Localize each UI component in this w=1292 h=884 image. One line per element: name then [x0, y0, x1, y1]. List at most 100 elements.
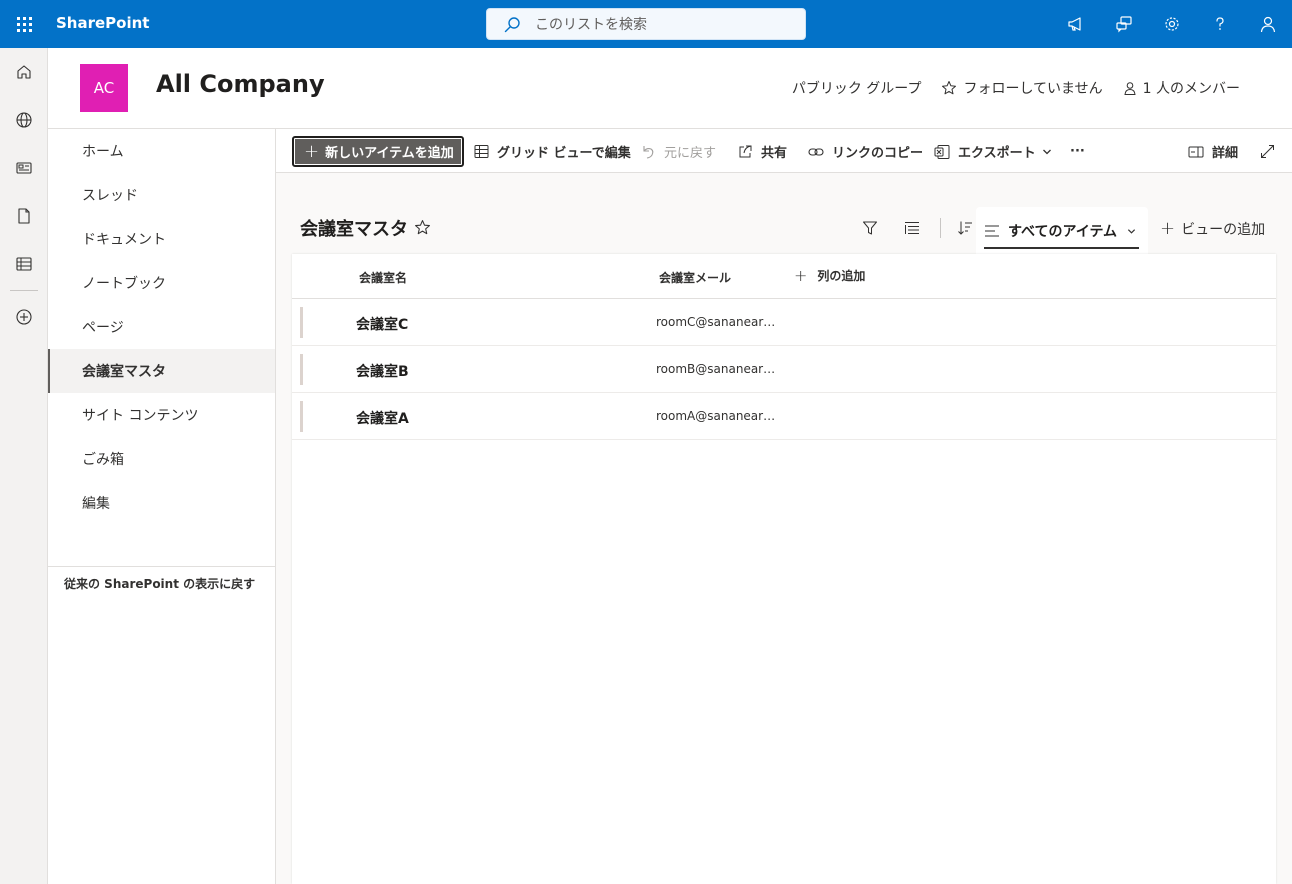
- help-icon: [1216, 17, 1224, 30]
- add-column-label: 列の追加: [817, 269, 866, 283]
- members-button[interactable]: 1 人のメンバー: [1123, 78, 1240, 98]
- group-type-label: パブリック グループ: [792, 78, 922, 98]
- plus-icon: +: [1160, 218, 1176, 239]
- room-name-cell[interactable]: 会議室B: [356, 361, 409, 381]
- nav-item-recycle-bin[interactable]: ごみ箱: [48, 437, 275, 481]
- room-email-cell: roomC@sananear…: [656, 315, 776, 329]
- appbar-news-button[interactable]: [0, 144, 48, 192]
- more-commands-button[interactable]: ···: [1070, 136, 1085, 167]
- nav-item-threads[interactable]: スレッド: [48, 173, 275, 217]
- view-selector[interactable]: すべてのアイテム: [976, 207, 1148, 254]
- nav-item-room-master[interactable]: 会議室マスタ: [48, 349, 275, 393]
- search-box[interactable]: [486, 8, 806, 40]
- help-button[interactable]: [1196, 0, 1244, 48]
- grid-icon: [474, 145, 489, 158]
- chevron-down-icon: [1042, 149, 1051, 154]
- nav-item-label: ノートブック: [82, 276, 166, 292]
- share-label: 共有: [761, 146, 788, 161]
- new-item-label: 新しいアイテムを追加: [325, 146, 454, 161]
- favorite-star-icon[interactable]: [414, 219, 431, 236]
- left-navigation: ホーム スレッド ドキュメント ノートブック ページ 会議室マスタ サイト コン…: [48, 129, 276, 884]
- megaphone-button[interactable]: [1052, 0, 1100, 48]
- classic-view-link[interactable]: 従来の SharePoint の表示に戻す: [64, 575, 255, 592]
- expand-icon: [1261, 145, 1274, 158]
- room-email-cell: roomA@sananear…: [656, 409, 776, 423]
- column-header-room-email[interactable]: 会議室メール: [659, 269, 731, 286]
- list-panel: 会議室名 会議室メール + 列の追加 会議室C roomC@sananear… …: [292, 254, 1276, 884]
- table-row[interactable]: 会議室A roomA@sananear…: [292, 393, 1276, 440]
- document-icon: [18, 208, 30, 224]
- appbar-create-button[interactable]: [0, 293, 48, 341]
- sort-button[interactable]: [951, 214, 979, 242]
- nav-item-label: ごみ箱: [82, 452, 124, 468]
- appbar-home-button[interactable]: [0, 48, 48, 96]
- appbar-files-button[interactable]: [0, 192, 48, 240]
- chat-icon: [1116, 16, 1132, 33]
- undo-label: 元に戻す: [664, 146, 717, 161]
- undo-icon: [643, 145, 654, 159]
- chat-button[interactable]: [1100, 0, 1148, 48]
- copy-link-button[interactable]: リンクのコピー: [808, 136, 923, 167]
- filter-button[interactable]: [856, 214, 884, 242]
- table-row[interactable]: 会議室B roomB@sananear…: [292, 346, 1276, 393]
- settings-button[interactable]: [1148, 0, 1196, 48]
- plus-icon: +: [304, 140, 320, 162]
- nav-item-site-contents[interactable]: サイト コンテンツ: [48, 393, 275, 437]
- fullscreen-button[interactable]: [1260, 136, 1283, 167]
- row-selection-bar[interactable]: [300, 401, 303, 432]
- nav-item-edit[interactable]: 編集: [48, 481, 275, 525]
- home-icon: [17, 65, 31, 79]
- app-bar: [0, 48, 48, 884]
- nav-item-documents[interactable]: ドキュメント: [48, 217, 275, 261]
- export-button[interactable]: エクスポート: [934, 136, 1052, 167]
- list-title: 会議室マスタ: [300, 219, 408, 240]
- share-button[interactable]: 共有: [738, 136, 787, 167]
- appbar-lists-button[interactable]: [0, 240, 48, 288]
- undo-button[interactable]: 元に戻す: [640, 136, 716, 167]
- export-label: エクスポート: [958, 146, 1036, 161]
- details-label: 詳細: [1212, 146, 1239, 161]
- megaphone-icon: [1068, 17, 1081, 31]
- info-pane-icon: [1188, 146, 1204, 157]
- add-view-label: ビューの追加: [1181, 222, 1266, 238]
- search-icon: [504, 17, 520, 33]
- row-selection-bar[interactable]: [300, 307, 303, 338]
- nav-item-label: 会議室マスタ: [82, 364, 166, 380]
- table-row[interactable]: 会議室C roomC@sananear…: [292, 299, 1276, 346]
- site-logo[interactable]: AC: [80, 64, 128, 112]
- room-name-cell[interactable]: 会議室C: [356, 314, 408, 334]
- app-name-link[interactable]: SharePoint: [56, 14, 149, 32]
- add-column-button[interactable]: + 列の追加: [794, 267, 865, 284]
- add-view-button[interactable]: + ビューの追加: [1160, 219, 1265, 239]
- row-selection-bar[interactable]: [300, 354, 303, 385]
- group-button[interactable]: [898, 214, 926, 242]
- nav-divider: [48, 566, 275, 567]
- star-icon: [942, 81, 957, 95]
- gear-icon: [1165, 17, 1179, 31]
- add-circle-icon: [16, 309, 32, 325]
- follow-button[interactable]: フォローしていません: [941, 78, 1103, 98]
- nav-item-pages[interactable]: ページ: [48, 305, 275, 349]
- person-icon: [1260, 16, 1276, 33]
- grid-edit-button[interactable]: グリッド ビューで編集: [474, 136, 631, 167]
- new-item-button[interactable]: + 新しいアイテムを追加: [292, 136, 464, 167]
- details-button[interactable]: 詳細: [1188, 136, 1238, 167]
- account-button[interactable]: [1244, 0, 1292, 48]
- search-input[interactable]: [535, 15, 795, 35]
- nav-item-home[interactable]: ホーム: [48, 129, 275, 173]
- suite-bar: SharePoint: [0, 0, 1292, 48]
- appbar-sites-button[interactable]: [0, 96, 48, 144]
- nav-item-label: ドキュメント: [82, 232, 166, 248]
- link-icon: [808, 147, 824, 156]
- grid-edit-label: グリッド ビューで編集: [497, 146, 631, 161]
- room-name-cell[interactable]: 会議室A: [356, 408, 409, 428]
- site-title[interactable]: All Company: [156, 70, 325, 98]
- nav-item-label: スレッド: [82, 188, 138, 204]
- share-icon: [739, 145, 752, 158]
- copy-link-label: リンクのコピー: [832, 146, 924, 161]
- nav-item-notebook[interactable]: ノートブック: [48, 261, 275, 305]
- column-header-room-name[interactable]: 会議室名: [359, 269, 407, 286]
- command-bar: + 新しいアイテムを追加 グリッド ビューで編集 元に戻す 共有 リンクのコピー…: [276, 129, 1292, 173]
- app-launcher-button[interactable]: [0, 0, 48, 48]
- list-icon: [16, 257, 32, 271]
